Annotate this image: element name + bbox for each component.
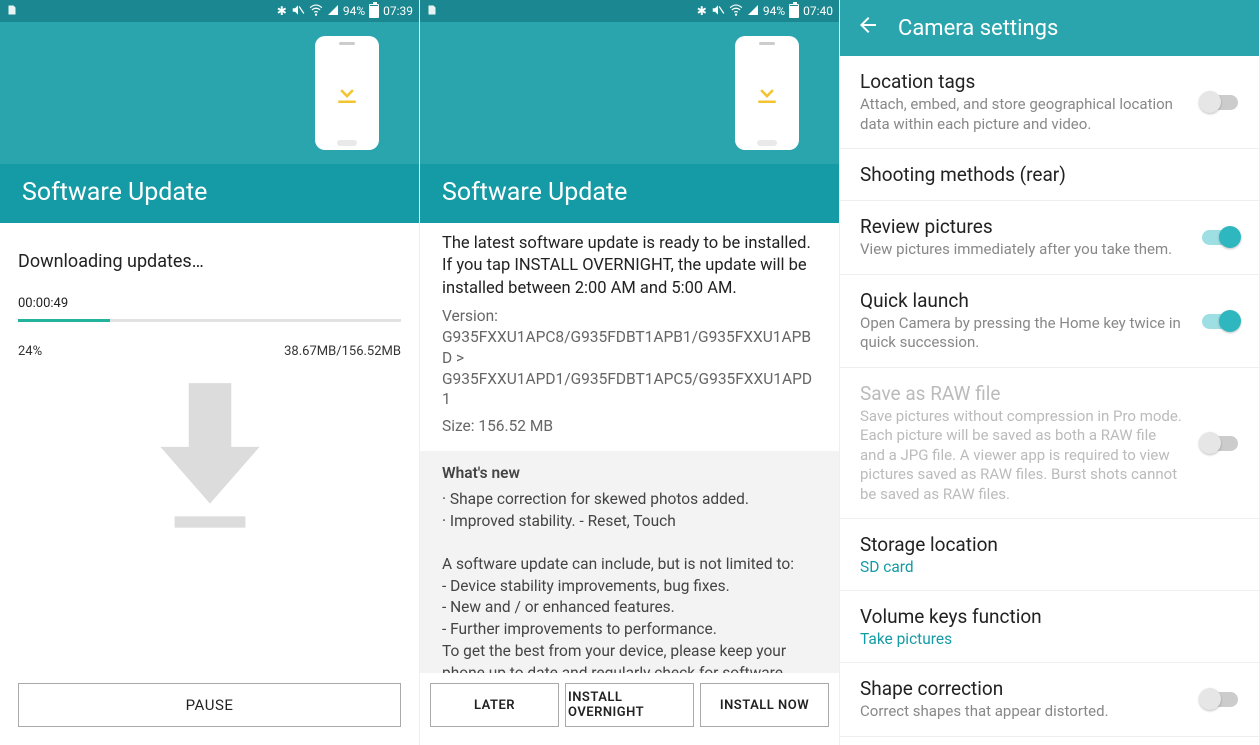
setting-title: Review pictures <box>860 215 1239 238</box>
setting-sub: Open Camera by pressing the Home key twi… <box>860 314 1239 353</box>
status-bar: ✱ 94% 07:40 <box>420 0 839 22</box>
bluetooth-icon: ✱ <box>697 4 707 18</box>
toggle-review-pictures[interactable] <box>1199 225 1241 249</box>
notification-icon <box>6 4 18 19</box>
hero-banner <box>0 22 419 164</box>
phone-download-icon <box>315 36 379 150</box>
setting-storage-location[interactable]: Storage location SD card <box>840 519 1259 591</box>
notification-icon <box>426 4 438 19</box>
progress-bar <box>18 319 401 322</box>
settings-header: Camera settings <box>840 0 1259 56</box>
toggle-location-tags[interactable] <box>1199 90 1241 114</box>
page-title: Software Update <box>0 164 419 223</box>
wifi-icon <box>729 3 743 20</box>
setting-reset-settings[interactable]: Reset settings <box>840 737 1259 745</box>
setting-review-pictures[interactable]: Review pictures View pictures immediatel… <box>840 201 1259 275</box>
download-elapsed: 00:00:49 <box>18 296 401 311</box>
battery-pct: 94% <box>343 4 365 18</box>
setting-title: Volume keys function <box>860 605 1239 628</box>
pause-button[interactable]: PAUSE <box>18 683 401 727</box>
download-body: Downloading updates… 00:00:49 24% 38.67M… <box>0 223 419 673</box>
signal-icon <box>327 4 339 19</box>
status-bar: ✱ 94% 07:39 <box>0 0 419 22</box>
panel-software-update-ready: ✱ 94% 07:40 Software Update The latest s… <box>420 0 840 745</box>
install-overnight-button[interactable]: INSTALL OVERNIGHT <box>565 683 694 727</box>
mute-icon <box>291 3 305 20</box>
toggle-save-raw <box>1199 431 1241 455</box>
bluetooth-icon: ✱ <box>277 4 287 18</box>
panel-camera-settings: Camera settings Location tags Attach, em… <box>840 0 1260 745</box>
battery-pct: 94% <box>763 4 785 18</box>
phone-download-icon <box>735 36 799 150</box>
hero-banner <box>420 22 839 164</box>
setting-title: Shape correction <box>860 677 1239 700</box>
battery-icon <box>369 4 379 18</box>
progress-bar-fill <box>18 319 110 322</box>
clock: 07:39 <box>383 4 413 18</box>
update-intro: The latest software update is ready to b… <box>442 233 817 300</box>
update-version: Version: G935FXXU1APC8/G935FDBT1APB1/G93… <box>442 306 817 411</box>
setting-title: Location tags <box>860 70 1239 93</box>
setting-value: SD card <box>860 558 1239 576</box>
setting-title: Shooting methods (rear) <box>860 163 1239 186</box>
signal-icon <box>747 4 759 19</box>
panel-software-update-downloading: ✱ 94% 07:39 Software Update Downloading … <box>0 0 420 745</box>
later-button[interactable]: LATER <box>430 683 559 727</box>
setting-value: Take pictures <box>860 630 1239 648</box>
setting-quick-launch[interactable]: Quick launch Open Camera by pressing the… <box>840 275 1259 368</box>
setting-title: Quick launch <box>860 289 1239 312</box>
mute-icon <box>711 3 725 20</box>
update-body: The latest software update is ready to b… <box>420 223 839 673</box>
page-title: Software Update <box>420 164 839 223</box>
update-size: Size: 156.52 MB <box>442 416 817 437</box>
setting-title: Save as RAW file <box>860 382 1239 405</box>
setting-save-raw: Save as RAW file Save pictures without c… <box>840 368 1259 520</box>
toggle-quick-launch[interactable] <box>1199 309 1241 333</box>
setting-location-tags[interactable]: Location tags Attach, embed, and store g… <box>840 56 1259 149</box>
setting-sub: Save pictures without compression in Pro… <box>860 407 1239 505</box>
progress-size: 38.67MB/156.52MB <box>284 344 401 359</box>
toggle-shape-correction[interactable] <box>1199 687 1241 711</box>
wifi-icon <box>309 3 323 20</box>
install-now-button[interactable]: INSTALL NOW <box>700 683 829 727</box>
download-status: Downloading updates… <box>18 251 401 272</box>
setting-sub: Correct shapes that appear distorted. <box>860 702 1239 722</box>
setting-sub: View pictures immediately after you take… <box>860 240 1239 260</box>
setting-shooting-methods[interactable]: Shooting methods (rear) <box>840 149 1259 201</box>
download-arrow-icon <box>18 369 401 673</box>
setting-title: Storage location <box>860 533 1239 556</box>
whats-new-body: · Shape correction for skewed photos add… <box>442 489 817 673</box>
progress-pct: 24% <box>18 344 42 359</box>
whats-new-box: What's new · Shape correction for skewed… <box>420 451 839 673</box>
setting-shape-correction[interactable]: Shape correction Correct shapes that app… <box>840 663 1259 737</box>
back-button[interactable] <box>856 13 880 43</box>
settings-title: Camera settings <box>898 16 1058 41</box>
whats-new-heading: What's new <box>442 463 817 485</box>
battery-icon <box>789 4 799 18</box>
setting-sub: Attach, embed, and store geographical lo… <box>860 95 1239 134</box>
clock: 07:40 <box>803 4 833 18</box>
setting-volume-keys[interactable]: Volume keys function Take pictures <box>840 591 1259 663</box>
